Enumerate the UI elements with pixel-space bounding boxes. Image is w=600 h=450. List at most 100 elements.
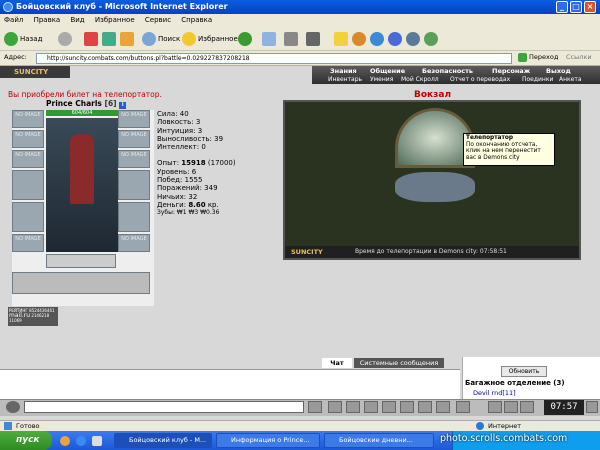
users-button[interactable] [406, 31, 422, 47]
edit-button[interactable] [306, 31, 322, 47]
slot-earrings[interactable]: NO IMAGE [12, 130, 44, 148]
back-button[interactable]: Назад [4, 31, 42, 47]
at-icon [370, 32, 384, 46]
mail-at-button[interactable] [370, 31, 386, 47]
task-diaries[interactable]: Бойцовские дневни... [324, 433, 434, 448]
quicklaunch-desktop-icon[interactable] [92, 436, 102, 446]
slot-armor[interactable] [12, 202, 44, 232]
translit-icon[interactable] [382, 401, 396, 413]
send-icon[interactable] [308, 401, 322, 413]
slot-bracers[interactable]: NO IMAGE [118, 110, 150, 128]
character-name-line[interactable]: Prince Charls [6] i [46, 99, 127, 109]
tooltip-title: Телепортатор [466, 135, 513, 141]
nav-transfer-report[interactable]: Отчет о переводах [450, 76, 510, 83]
nav-inventory[interactable]: Инвентарь [328, 76, 362, 83]
menu-view[interactable]: Вид [70, 16, 84, 24]
tab-system-messages[interactable]: Системные сообщения [354, 358, 444, 368]
mail-button[interactable] [262, 31, 278, 47]
clear-icon[interactable] [364, 401, 378, 413]
research-button[interactable] [352, 31, 368, 47]
exit-icon[interactable] [456, 401, 470, 413]
smile-icon[interactable] [328, 401, 342, 413]
tab-chat[interactable]: Чат [322, 358, 352, 368]
chat-message-input[interactable] [24, 401, 304, 413]
inventory-icon[interactable] [488, 401, 502, 413]
menu-edit[interactable]: Правка [34, 16, 61, 24]
castle-icon[interactable] [520, 401, 534, 413]
minimize-button[interactable]: _ [556, 1, 568, 13]
search-button[interactable]: Поиск [142, 31, 180, 47]
slot-gloves[interactable]: NO IMAGE [118, 130, 150, 148]
nav-my-scroll[interactable]: Мой Скролл [401, 76, 439, 83]
back-arrow-icon [4, 32, 18, 46]
slot-boots[interactable]: NO IMAGE [118, 234, 150, 252]
forward-button[interactable] [58, 31, 74, 47]
task-fightclub[interactable]: Бойцовский клуб - М... [114, 433, 212, 448]
slot-amulet[interactable]: NO IMAGE [12, 150, 44, 168]
teleporter-platform[interactable] [395, 172, 475, 202]
research-icon [352, 32, 366, 46]
nav-skills[interactable]: Умения [370, 76, 393, 83]
messenger-button[interactable] [334, 31, 350, 47]
links-button[interactable]: Ссылки [566, 53, 592, 61]
nav-duels[interactable]: Поединки [522, 76, 553, 83]
address-label: Адрес: [4, 53, 27, 61]
network-button[interactable] [388, 31, 404, 47]
slot-helmet[interactable]: NO IMAGE [12, 110, 44, 128]
people-icon[interactable] [436, 401, 450, 413]
nav-character[interactable]: Персонаж [492, 67, 530, 75]
user-entry[interactable]: Devil rnd[11] [473, 389, 516, 397]
character-avatar[interactable] [46, 118, 118, 252]
settings-icon[interactable] [418, 401, 432, 413]
mail-icon [262, 32, 276, 46]
stop-button[interactable] [84, 31, 100, 47]
home-button[interactable] [120, 31, 136, 47]
rating-counter[interactable]: РЕЙТИНГ 8524436461 mail.ru 2146218 11069 [8, 307, 58, 326]
history-button[interactable] [238, 31, 254, 47]
slot-ring[interactable]: NO IMAGE [118, 150, 150, 168]
close-button[interactable]: × [584, 1, 596, 13]
quicklaunch-icon[interactable] [60, 436, 70, 446]
menu-bar: Файл Правка Вид Избранное Сервис Справка [0, 14, 600, 27]
scroll-icon[interactable] [586, 401, 598, 413]
notice-message: Вы приобрели билет на телепортатор. [8, 90, 162, 99]
globe-icon [476, 422, 484, 430]
refresh-users-button[interactable]: Обновить [501, 366, 547, 377]
stat-money: Деньги: 8.60 кр. [157, 200, 219, 209]
menu-help[interactable]: Справка [181, 16, 212, 24]
slot-leggings[interactable] [118, 202, 150, 232]
go-button[interactable]: Переход [529, 53, 558, 61]
chat-area[interactable] [0, 369, 460, 399]
stat-intuition: Интуиция: 3 [157, 126, 203, 135]
task-info[interactable]: Информация о Prince... [216, 433, 320, 448]
print-button[interactable] [284, 31, 300, 47]
slot-row-small[interactable] [46, 254, 116, 268]
character-level: [6] [104, 99, 117, 108]
nav-profile[interactable]: Анкета [559, 76, 582, 83]
menu-tools[interactable]: Сервис [145, 16, 171, 24]
menu-file[interactable]: Файл [4, 16, 23, 24]
nav-exit[interactable]: Выход [546, 67, 571, 75]
start-button[interactable]: пуск [0, 431, 52, 450]
info-icon[interactable]: i [119, 102, 127, 109]
nav-knowledge[interactable]: Знания [330, 67, 357, 75]
map-icon[interactable] [504, 401, 518, 413]
quicklaunch-ie-icon[interactable] [76, 436, 86, 446]
nav-communication[interactable]: Общение [370, 67, 405, 75]
filter-icon[interactable] [346, 401, 360, 413]
refresh-button[interactable] [102, 31, 118, 47]
go-arrow-icon[interactable] [518, 53, 527, 62]
address-input[interactable]: http://suncity.combats.com/buttons.pl?ba… [36, 53, 512, 64]
maximize-button[interactable]: □ [570, 1, 582, 13]
slot-weapon[interactable] [12, 170, 44, 200]
sound-icon[interactable] [400, 401, 414, 413]
tools-button[interactable] [424, 31, 440, 47]
slot-belt[interactable]: NO IMAGE [12, 234, 44, 252]
favorites-button[interactable]: Избранное [182, 31, 238, 47]
slot-shield[interactable] [118, 170, 150, 200]
nav-security[interactable]: Безопасность [422, 67, 473, 75]
chat-mode-icon[interactable] [6, 401, 20, 413]
refresh-icon [102, 32, 116, 46]
potion-slots[interactable] [12, 272, 150, 294]
menu-favorites[interactable]: Избранное [95, 16, 135, 24]
